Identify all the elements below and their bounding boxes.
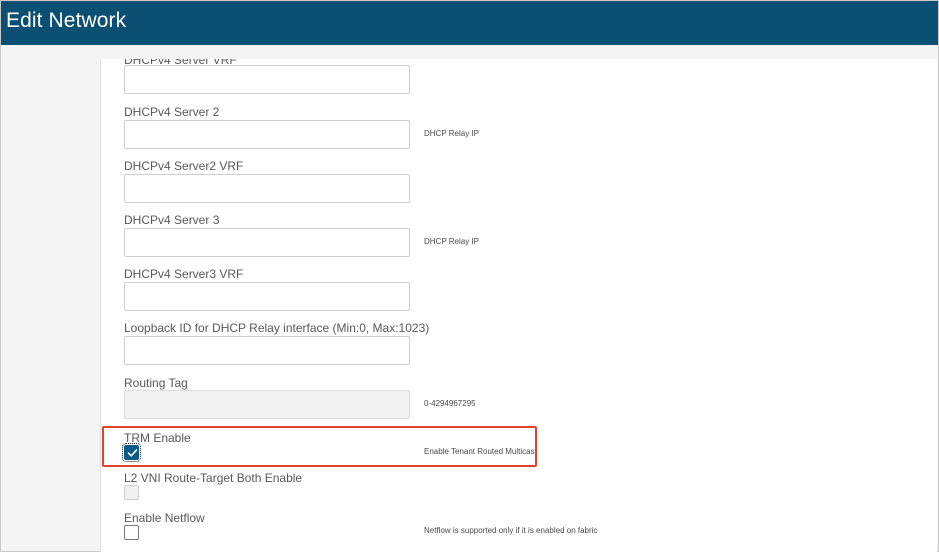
field-label-enable-netflow: Enable Netflow	[124, 511, 205, 525]
field-label-dhcpv4-server3-vrf: DHCPv4 Server3 VRF	[124, 267, 244, 281]
window-title: Edit Network	[6, 9, 127, 32]
enable-netflow-hint: Netflow is supported only if it is enabl…	[424, 526, 598, 535]
field-label-trm-enable: TRM Enable	[124, 431, 191, 445]
dhcpv4-server3-vrf-input[interactable]	[124, 282, 410, 311]
routing-tag-hint: 0-4294967295	[424, 399, 476, 408]
field-label-dhcpv4-server-3: DHCPv4 Server 3	[124, 213, 220, 227]
dhcpv4-server-3-input[interactable]	[124, 228, 410, 257]
field-label-dhcpv4-server2-vrf: DHCPv4 Server2 VRF	[124, 159, 244, 173]
dhcpv4-server2-vrf-input[interactable]	[124, 174, 410, 203]
dhcpv4-server-2-input[interactable]	[124, 120, 410, 149]
l2-vni-route-target-checkbox[interactable]	[124, 485, 139, 500]
field-label-l2-vni-route-target: L2 VNI Route-Target Both Enable	[124, 471, 303, 485]
field-label-routing-tag: Routing Tag	[124, 376, 188, 390]
enable-netflow-checkbox[interactable]	[124, 525, 139, 540]
loopback-id-input[interactable]	[124, 336, 410, 365]
form-panel[interactable]: DHCPv4 Server VRF DHCPv4 Server 2 DHCP R…	[100, 59, 937, 552]
title-bar: Edit Network	[1, 1, 938, 45]
checkmark-icon	[127, 449, 138, 457]
field-label-dhcpv4-server-2: DHCPv4 Server 2	[124, 105, 220, 119]
trm-enable-checkbox[interactable]	[122, 443, 141, 462]
dhcpv4-server-2-hint: DHCP Relay IP	[424, 129, 479, 138]
dhcpv4-server-3-hint: DHCP Relay IP	[424, 237, 479, 246]
routing-tag-input[interactable]	[124, 390, 410, 419]
field-label-loopback-id: Loopback ID for DHCP Relay interface (Mi…	[124, 321, 430, 335]
dhcpv4-server-vrf-input[interactable]	[124, 65, 410, 94]
trm-enable-hint: Enable Tenant Routed Multicast	[424, 447, 537, 456]
